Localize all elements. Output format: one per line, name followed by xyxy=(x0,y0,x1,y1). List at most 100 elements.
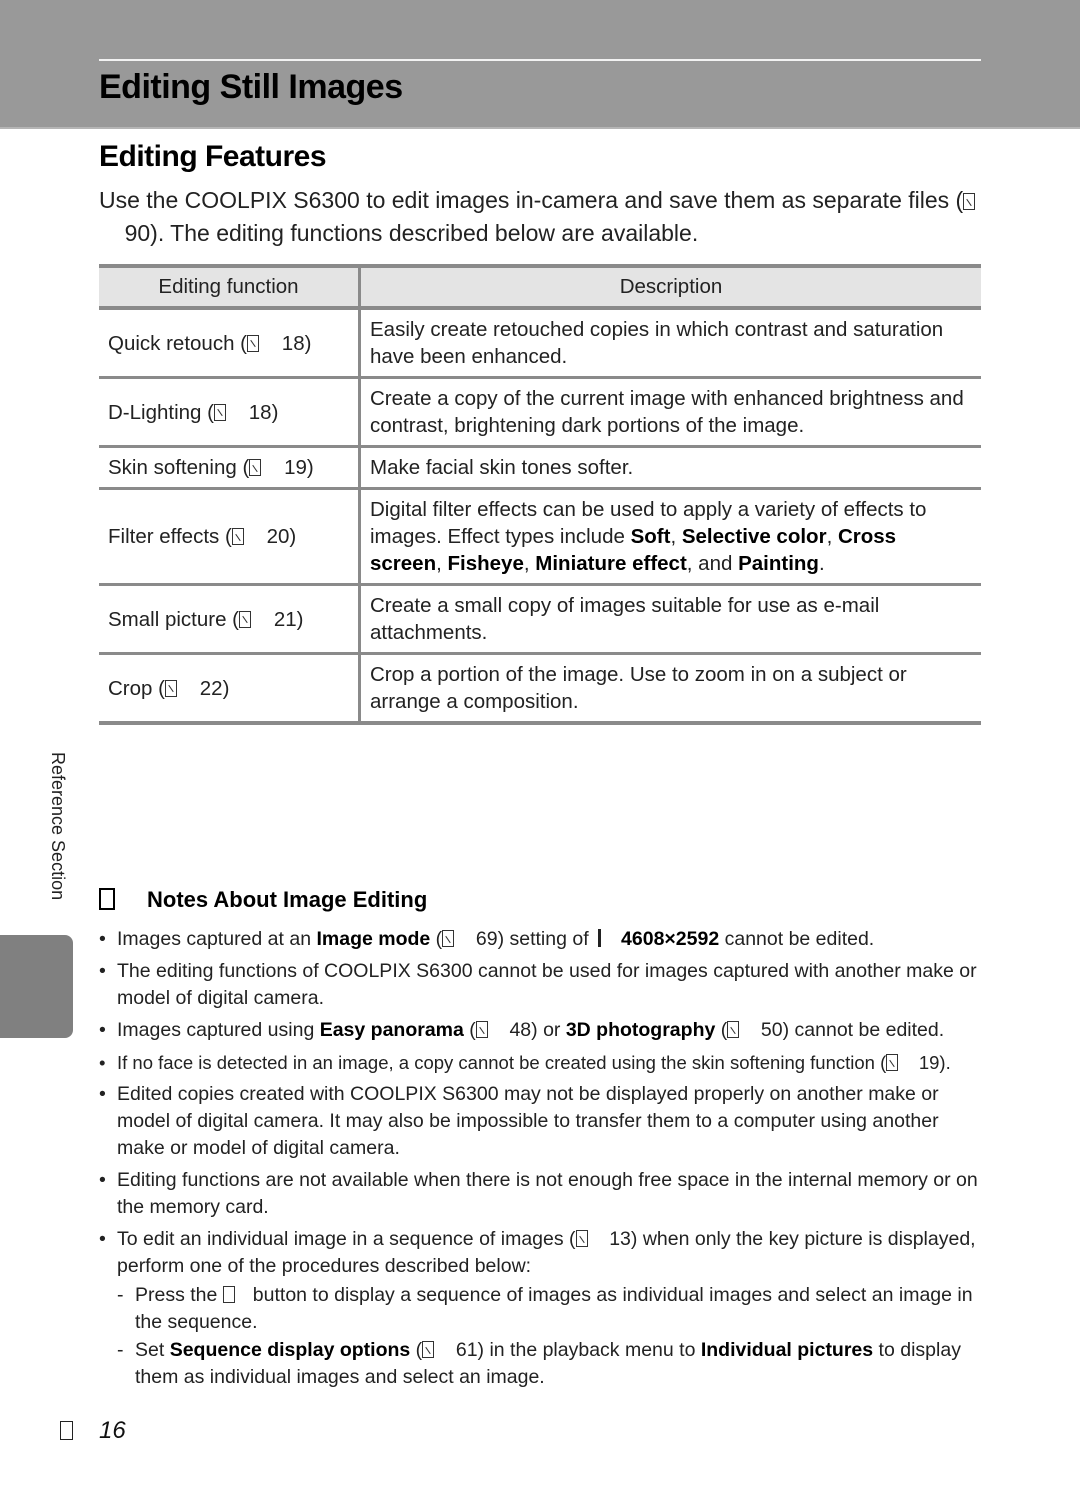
page-ref[interactable]: 18 xyxy=(282,332,305,355)
note-text: ( xyxy=(463,1019,476,1041)
function-name: Skin softening ( xyxy=(108,456,250,479)
description-cell: Crop a portion of the image. Use to zoom… xyxy=(359,653,981,725)
page-ref[interactable]: 48 xyxy=(509,1019,531,1041)
description-cell: Digital filter effects can be used to ap… xyxy=(359,488,981,586)
page-number: 16 xyxy=(60,1417,126,1445)
note-text: ) or xyxy=(531,1019,566,1041)
note-text: ( xyxy=(410,1339,423,1361)
intro-text: Use the COOLPIX S6300 to edit images in-… xyxy=(99,187,964,213)
function-name: Crop ( xyxy=(108,676,165,700)
table-row: Skin softening ( 19) Make facial skin to… xyxy=(99,446,981,490)
image-mode-icon xyxy=(598,929,602,947)
function-cell: Small picture ( 21) xyxy=(99,584,361,655)
setting-image-mode: Image mode xyxy=(316,928,431,950)
page-reference-icon xyxy=(231,528,244,545)
ok-button-icon xyxy=(222,1286,235,1303)
page-ref[interactable]: 20 xyxy=(267,525,290,548)
section-thumb-tab xyxy=(0,935,73,1038)
mode-3d-photography: 3D photography xyxy=(565,1019,716,1041)
note-text: button to display a sequence of images a… xyxy=(135,1284,973,1333)
section-side-label: Reference Section xyxy=(40,752,70,922)
page-reference-icon xyxy=(247,334,259,352)
page-reference-icon xyxy=(475,1021,488,1038)
sub-list-item: Press the button to display a sequence o… xyxy=(117,1282,984,1336)
page-ref[interactable]: 13 xyxy=(609,1228,631,1250)
effect-soft: Soft xyxy=(630,525,671,548)
page-ref[interactable]: 69 xyxy=(476,928,498,950)
function-name: Filter effects ( xyxy=(108,525,232,548)
chapter-header-band xyxy=(0,0,1080,129)
note-text: cannot be edited. xyxy=(719,928,875,950)
page-reference-icon xyxy=(575,1230,588,1247)
page-number-text: 16 xyxy=(99,1417,126,1444)
list-item: If no face is detected in an image, a co… xyxy=(99,1049,984,1076)
page-ref[interactable]: 22 xyxy=(200,677,223,700)
intro-paragraph: Use the COOLPIX S6300 to edit images in-… xyxy=(99,184,989,250)
notes-heading: Notes About Image Editing xyxy=(99,887,427,913)
note-text: ) cannot be edited. xyxy=(782,1019,945,1041)
page-reference-icon xyxy=(963,193,976,210)
page-reference-icon xyxy=(886,1054,899,1071)
list-item: Images captured at an Image mode ( 69) s… xyxy=(99,926,984,953)
desc-sep: , xyxy=(826,525,838,548)
table-row: Small picture ( 21) Create a small copy … xyxy=(99,584,981,655)
effect-selective-color: Selective color xyxy=(681,525,827,548)
note-text: Set xyxy=(135,1339,170,1361)
note-text: If no face is detected in an image, a co… xyxy=(117,1052,887,1073)
effect-miniature: Miniature effect xyxy=(535,552,687,575)
mode-easy-panorama: Easy panorama xyxy=(319,1019,464,1041)
function-cell: Quick retouch ( 18) xyxy=(99,308,361,379)
page-ref[interactable]: 21 xyxy=(274,608,297,631)
page-reference-icon xyxy=(249,459,262,476)
description-cell: Create a copy of the current image with … xyxy=(359,377,981,448)
page-reference-icon xyxy=(442,930,455,947)
page-reference-icon xyxy=(164,679,177,697)
note-text: Press the xyxy=(135,1284,223,1306)
desc-end: . xyxy=(818,552,825,575)
notes-list: Images captured at an Image mode ( 69) s… xyxy=(99,926,984,1396)
image-size-value: 4608×2592 xyxy=(621,928,720,950)
intro-text-end: ). The editing functions described below… xyxy=(150,220,699,246)
page-reference-icon xyxy=(239,610,252,628)
table-row: D-Lighting ( 18) Create a copy of the cu… xyxy=(99,377,981,448)
page-ref[interactable]: 19 xyxy=(284,456,307,479)
table-header-row: Editing function Description xyxy=(99,264,981,310)
note-text: ( xyxy=(430,928,443,950)
intro-page-ref[interactable]: 90 xyxy=(125,220,151,246)
header-rule xyxy=(99,59,981,61)
page-reference-icon xyxy=(422,1341,435,1358)
note-text: ) in the playback menu to xyxy=(477,1339,701,1361)
page-ref[interactable]: 50 xyxy=(761,1019,783,1041)
note-text: ( xyxy=(715,1019,728,1041)
setting-sequence-display-options: Sequence display options xyxy=(169,1339,411,1361)
editing-features-table: Editing function Description Quick retou… xyxy=(99,264,981,725)
note-text: ). xyxy=(939,1052,951,1073)
function-cell: Filter effects ( 20) xyxy=(99,488,361,586)
description-cell: Easily create retouched copies in which … xyxy=(359,308,981,379)
reference-section-icon xyxy=(60,1421,73,1440)
note-text: Images captured using xyxy=(117,1019,320,1041)
effect-fisheye: Fisheye xyxy=(447,552,524,575)
note-text: Images captured at an xyxy=(117,928,317,950)
column-header-description: Description xyxy=(359,264,981,310)
description-cell: Make facial skin tones softer. xyxy=(359,446,981,490)
function-cell: D-Lighting ( 18) xyxy=(99,377,361,448)
list-item: Images captured using Easy panorama ( 48… xyxy=(99,1017,984,1044)
procedure-list: Press the button to display a sequence o… xyxy=(117,1282,984,1391)
page-ref[interactable]: 61 xyxy=(456,1339,478,1361)
effect-painting: Painting xyxy=(738,552,819,575)
note-icon xyxy=(99,888,115,910)
desc-sep: , xyxy=(670,525,682,548)
note-text: To edit an individual image in a sequenc… xyxy=(117,1228,576,1250)
note-text: ) setting of xyxy=(497,928,595,950)
page-ref[interactable]: 18 xyxy=(249,401,272,424)
table-row: Quick retouch ( 18) Easily create retouc… xyxy=(99,308,981,379)
page-ref[interactable]: 19 xyxy=(919,1052,940,1073)
list-item: Editing functions are not available when… xyxy=(99,1167,984,1221)
column-header-function: Editing function xyxy=(99,264,361,310)
page-title: Editing Still Images xyxy=(99,68,403,106)
desc-sep: , and xyxy=(686,552,739,575)
sub-list-item: Set Sequence display options ( 61) in th… xyxy=(117,1337,984,1391)
table-row: Crop ( 22) Crop a portion of the image. … xyxy=(99,653,981,725)
function-cell: Crop ( 22) xyxy=(99,653,361,725)
